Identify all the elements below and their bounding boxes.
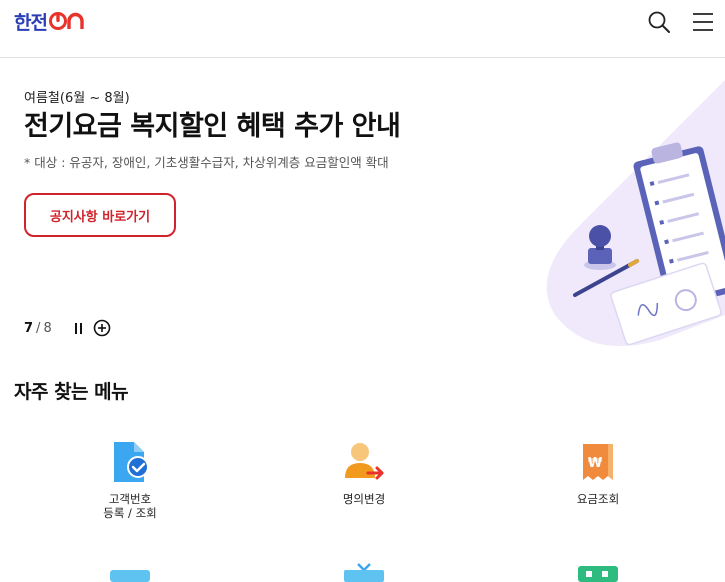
won-receipt-icon: ₩ (583, 444, 613, 480)
menu-item-label: 고객번호 등록 / 조회 (103, 492, 157, 520)
menu-item-label: 명의변경 (342, 492, 386, 506)
document-check-icon (114, 442, 149, 482)
pager-current: 7 (24, 320, 34, 336)
pager-separator: / (36, 320, 41, 336)
banner-pager: 7 / 8 (24, 318, 52, 338)
logo-text: 한전 (14, 11, 48, 34)
menu-item-customer-number[interactable]: 고객번호 등록 / 조회 (60, 440, 200, 520)
plus-circle-icon[interactable] (93, 319, 111, 337)
blue-card-icon[interactable] (110, 562, 150, 582)
banner-description: * 대상 : 유공자, 장애인, 기초생활수급자, 차상위계층 요금할인액 확대 (24, 155, 389, 170)
menu-item-name-change[interactable]: 명의변경 (294, 440, 434, 506)
tv-icon[interactable] (344, 562, 384, 582)
pause-icon[interactable] (72, 320, 84, 336)
green-ticket-icon[interactable] (578, 562, 618, 582)
svg-text:₩: ₩ (588, 456, 603, 471)
menu-item-label: 요금조회 (576, 492, 620, 506)
pager-total: 8 (43, 320, 52, 336)
notice-shortcut-button[interactable]: 공지사항 바로가기 (24, 193, 176, 237)
frequent-menu-title: 자주 찾는 메뉴 (14, 381, 129, 403)
menu-item-bill-inquiry[interactable]: ₩ 요금조회 (528, 440, 668, 506)
header: 한전 (0, 0, 725, 58)
banner-title: 전기요금 복지할인 혜택 추가 안내 (24, 111, 401, 142)
person-transfer-icon (345, 443, 384, 480)
kepco-on-logo[interactable]: 한전 (14, 8, 85, 34)
clipboard-stamp-illustration (546, 80, 725, 347)
search-icon[interactable] (647, 10, 671, 34)
logo-on-mark (48, 12, 85, 30)
hamburger-menu-icon[interactable] (691, 10, 715, 34)
